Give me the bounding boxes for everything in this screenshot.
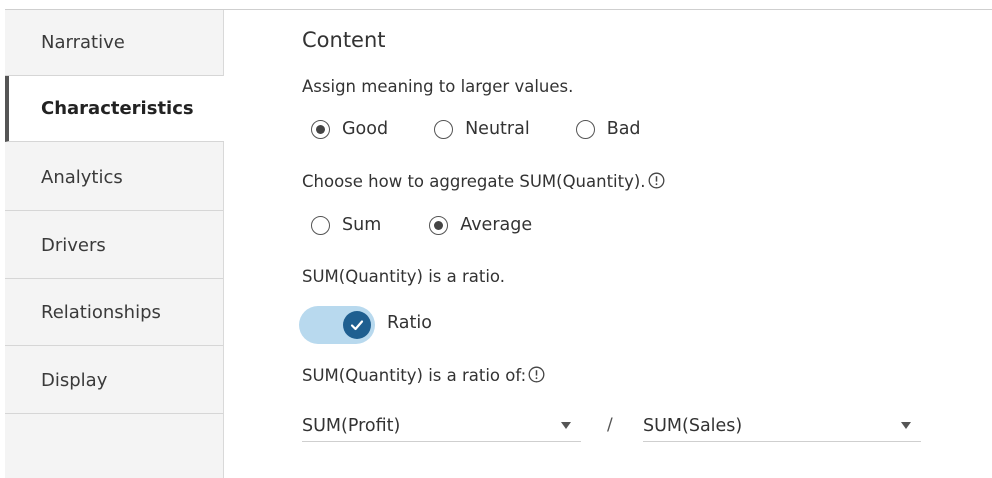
- info-circle-icon[interactable]: [648, 172, 665, 189]
- meaning-radio-group: Good Neutral Bad: [311, 119, 687, 139]
- ratio-toggle-label: Ratio: [387, 313, 432, 333]
- numerator-select[interactable]: SUM(Profit): [302, 410, 581, 442]
- radio-indicator: [311, 119, 330, 139]
- sidebar-item-label: Display: [41, 370, 108, 391]
- radio-neutral[interactable]: Neutral: [434, 119, 530, 139]
- denominator-select-value: SUM(Sales): [643, 415, 743, 436]
- ratio-prompt: SUM(Quantity) is a ratio.: [302, 267, 505, 286]
- radio-label: Bad: [606, 119, 641, 139]
- sidebar-item-label: Narrative: [41, 32, 125, 53]
- radio-sum[interactable]: Sum: [311, 215, 381, 235]
- content-panel: Content Assign meaning to larger values.…: [223, 10, 992, 478]
- sidebar-item-label: Characteristics: [41, 98, 194, 119]
- sidebar-item-relationships[interactable]: Relationships: [5, 280, 223, 346]
- sidebar-item-narrative[interactable]: Narrative: [5, 10, 223, 76]
- sidebar-item-label: Analytics: [41, 167, 123, 188]
- ratio-of-prompt-text: SUM(Quantity) is a ratio of:: [302, 366, 527, 385]
- radio-label: Good: [342, 119, 389, 139]
- radio-label: Sum: [342, 215, 382, 235]
- chevron-down-icon: [901, 422, 911, 429]
- sidebar-item-analytics[interactable]: Analytics: [5, 145, 223, 211]
- chevron-down-icon: [561, 422, 571, 429]
- radio-good[interactable]: Good: [311, 119, 388, 139]
- sidebar-item-label: Relationships: [41, 302, 161, 323]
- aggregate-prompt-text: Choose how to aggregate SUM(Quantity).: [302, 172, 646, 191]
- ratio-toggle[interactable]: [299, 306, 375, 344]
- radio-average[interactable]: Average: [429, 215, 532, 235]
- aggregate-prompt: Choose how to aggregate SUM(Quantity).: [302, 172, 665, 191]
- radio-indicator: [429, 215, 449, 235]
- radio-label: Neutral: [465, 119, 530, 139]
- radio-label: Average: [460, 215, 533, 235]
- radio-indicator: [434, 119, 454, 139]
- info-circle-icon[interactable]: [528, 366, 545, 383]
- sidebar: Narrative Characteristics Analytics Driv…: [5, 10, 224, 478]
- numerator-select-value: SUM(Profit): [302, 415, 401, 436]
- sidebar-item-label: Drivers: [41, 235, 106, 256]
- meaning-prompt: Assign meaning to larger values.: [302, 77, 574, 96]
- toggle-knob: [343, 311, 371, 339]
- sidebar-item-characteristics[interactable]: Characteristics: [5, 76, 224, 142]
- ratio-separator: /: [607, 415, 613, 435]
- radio-bad[interactable]: Bad: [575, 119, 641, 139]
- sidebar-item-display[interactable]: Display: [5, 348, 223, 414]
- radio-indicator: [575, 119, 595, 139]
- aggregate-radio-group: Sum Average: [311, 215, 578, 235]
- check-icon: [350, 320, 364, 331]
- page-title: Content: [302, 28, 386, 52]
- ratio-of-prompt: SUM(Quantity) is a ratio of:: [302, 366, 545, 385]
- denominator-select[interactable]: SUM(Sales): [643, 410, 921, 442]
- radio-indicator: [311, 215, 330, 235]
- sidebar-item-drivers[interactable]: Drivers: [5, 213, 223, 279]
